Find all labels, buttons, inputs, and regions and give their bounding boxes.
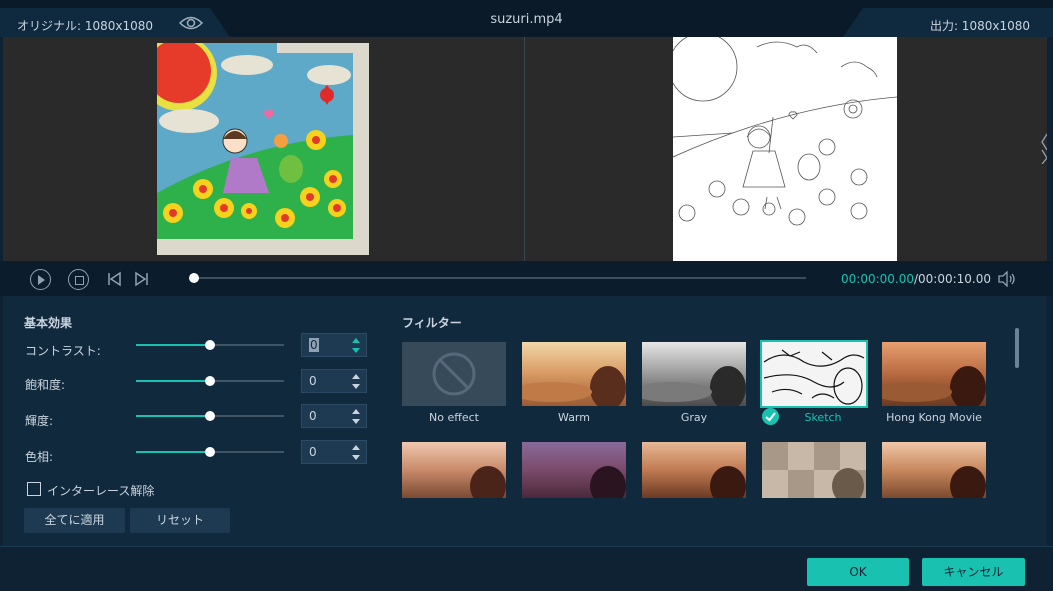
hue-down-icon[interactable] (352, 455, 360, 460)
filter-item-6[interactable] (402, 442, 506, 498)
title-bar: オリジナル: 1080x1080 suzuri.mp4 出力: 1080x108… (0, 0, 1053, 37)
filter-no-effect[interactable] (402, 342, 506, 406)
preview-area (3, 37, 1047, 261)
filter-label-hong-kong-movie: Hong Kong Movie (886, 411, 982, 424)
brightness-up-icon[interactable] (352, 409, 360, 414)
saturation-label: 飽和度: (25, 378, 66, 392)
total-time: /00:00:10.00 (913, 272, 992, 286)
filter-label-warm: Warm (558, 411, 590, 424)
saturation-spinbox[interactable]: 0 (301, 369, 367, 393)
brightness-down-icon[interactable] (352, 419, 360, 424)
volume-icon[interactable] (997, 271, 1017, 287)
contrast-spinbox[interactable]: 0 (301, 333, 367, 357)
collapse-arrow-icon[interactable] (1041, 132, 1047, 164)
filter-scrollbar[interactable] (1015, 328, 1019, 368)
reset-button[interactable]: リセット (130, 508, 230, 533)
saturation-slider[interactable] (136, 376, 284, 386)
saturation-slider-fill (136, 380, 210, 382)
timecode: 00:00:00.00/00:00:10.00 (841, 272, 991, 286)
no-effect-icon (432, 352, 476, 396)
ok-button[interactable]: OK (807, 558, 909, 586)
filter-label-no-effect: No effect (429, 411, 479, 424)
filter-hong-kong-movie[interactable] (882, 342, 986, 406)
contrast-label: コントラスト: (25, 344, 101, 358)
hue-up-icon[interactable] (352, 445, 360, 450)
saturation-down-icon[interactable] (352, 384, 360, 389)
cancel-button[interactable]: キャンセル (922, 558, 1025, 586)
timeline-track[interactable] (194, 277, 806, 279)
filter-item-8[interactable] (642, 442, 746, 498)
contrast-slider[interactable] (136, 340, 284, 350)
settings-panel: 基本効果 コントラスト: 0 飽和度: 0 輝度: 0 色相: 0 インターレー… (3, 296, 1047, 546)
hue-slider-knob[interactable] (205, 447, 215, 457)
filter-label-gray: Gray (680, 411, 708, 424)
hue-label: 色相: (25, 450, 54, 464)
hue-spinbox[interactable]: 0 (301, 440, 367, 464)
hue-slider-fill (136, 451, 210, 453)
brightness-slider[interactable] (136, 411, 284, 421)
previous-frame-icon[interactable] (106, 271, 122, 287)
apply-all-button[interactable]: 全てに適用 (24, 508, 125, 533)
hue-slider[interactable] (136, 447, 284, 457)
brightness-value[interactable]: 0 (309, 409, 317, 423)
basic-effects-title: 基本効果 (24, 316, 73, 330)
saturation-slider-knob[interactable] (205, 376, 215, 386)
filter-item-9[interactable] (762, 442, 866, 498)
saturation-value[interactable]: 0 (309, 374, 317, 388)
play-button[interactable] (30, 269, 51, 290)
contrast-slider-knob[interactable] (205, 340, 215, 350)
file-title: suzuri.mp4 (490, 12, 563, 27)
brightness-spinbox[interactable]: 0 (301, 404, 367, 428)
contrast-slider-fill (136, 344, 210, 346)
footer-divider (0, 546, 1053, 547)
current-time: 00:00:00.00 (841, 272, 914, 286)
hue-value[interactable]: 0 (309, 445, 317, 459)
timeline-playhead[interactable] (189, 273, 199, 283)
next-frame-icon[interactable] (134, 271, 150, 287)
brightness-slider-knob[interactable] (205, 411, 215, 421)
filter-warm[interactable] (522, 342, 626, 406)
filter-item-7[interactable] (522, 442, 626, 498)
deinterlace-checkbox[interactable] (27, 482, 41, 496)
deinterlace-label: インターレース解除 (47, 484, 155, 498)
output-preview-image (673, 37, 897, 261)
filter-sketch[interactable] (760, 340, 868, 408)
contrast-up-icon[interactable] (352, 338, 360, 343)
brightness-slider-fill (136, 415, 210, 417)
preview-divider (524, 37, 525, 261)
filter-item-10[interactable] (882, 442, 986, 498)
contrast-value[interactable]: 0 (309, 338, 319, 352)
contrast-down-icon[interactable] (352, 348, 360, 353)
filter-gray[interactable] (642, 342, 746, 406)
brightness-label: 輝度: (25, 414, 54, 428)
filters-title: フィルター (402, 316, 462, 330)
playback-bar: 00:00:00.00/00:00:10.00 (0, 261, 1053, 296)
original-preview-image (157, 43, 369, 255)
stop-button[interactable] (68, 269, 89, 290)
output-resolution-label: 出力: 1080x1080 (929, 19, 1030, 33)
saturation-up-icon[interactable] (352, 374, 360, 379)
